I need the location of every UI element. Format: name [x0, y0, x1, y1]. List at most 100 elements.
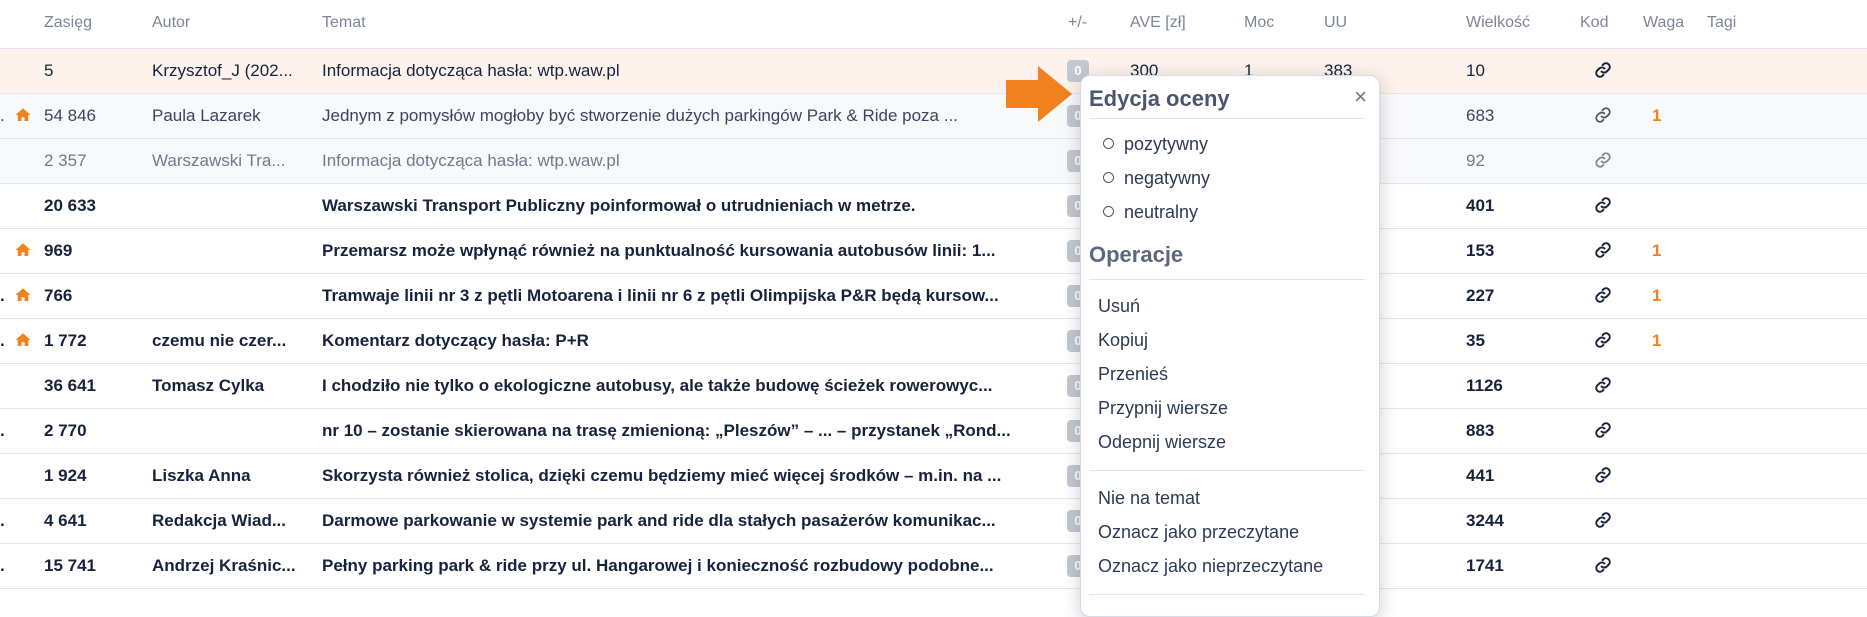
table-row[interactable]: . 2 770 nr 10 – zostanie skierowana na t…: [0, 409, 1867, 454]
row-wielkosc: 683: [1466, 106, 1495, 125]
radio-negatywny[interactable]: negatywny: [1103, 168, 1210, 189]
table-row[interactable]: . 4 641 Redakcja Wiad... Darmowe parkowa…: [0, 499, 1867, 544]
row-wielkosc: 35: [1466, 331, 1485, 350]
radio-label: pozytywny: [1124, 134, 1209, 154]
op-move[interactable]: Przenieś: [1098, 364, 1168, 385]
table-row[interactable]: . 54 846 Paula Lazarek Jednym z pomysłów…: [0, 94, 1867, 139]
row-waga: 1: [1652, 331, 1662, 350]
link-icon[interactable]: [1594, 511, 1614, 534]
operations-title: Operacje: [1089, 242, 1184, 267]
op-unpin-rows[interactable]: Odepnij wiersze: [1098, 432, 1226, 453]
home-icon: [14, 241, 34, 264]
col-plusminus[interactable]: +/-: [1068, 14, 1087, 32]
col-temat[interactable]: Temat: [322, 14, 366, 32]
row-temat[interactable]: Informacja dotycząca hasła: wtp.waw.pl: [322, 151, 1050, 171]
row-zasieg: 1 924: [44, 466, 87, 485]
link-icon[interactable]: [1594, 556, 1614, 579]
row-wielkosc: 883: [1466, 421, 1495, 440]
table-row[interactable]: 20 633 Warszawski Transport Publiczny po…: [0, 184, 1867, 229]
col-uu[interactable]: UU: [1324, 14, 1347, 32]
row-zasieg: 1 772: [44, 331, 87, 350]
row-temat[interactable]: Skorzysta również stolica, dzięki czemu …: [322, 466, 1050, 486]
divider: [1089, 470, 1365, 471]
row-temat[interactable]: nr 10 – zostanie skierowana na trasę zmi…: [322, 421, 1050, 441]
radio-circle-icon: [1103, 171, 1114, 183]
row-autor: Redakcja Wiad...: [152, 511, 287, 530]
row-autor: czemu nie czer...: [152, 331, 287, 350]
table-row[interactable]: 1 924 Liszka Anna Skorzysta również stol…: [0, 454, 1867, 499]
table-row[interactable]: . 766 Tramwaje linii nr 3 z pętli Motoar…: [0, 274, 1867, 319]
row-zasieg: 766: [44, 286, 73, 305]
row-wielkosc: 10: [1466, 61, 1485, 80]
rating-edit-popup: Edycja oceny × pozytywny negatywny neutr…: [1080, 75, 1380, 617]
op-mark-read[interactable]: Oznacz jako przeczytane: [1098, 522, 1299, 543]
row-temat[interactable]: Pełny parking park & ride przy ul. Hanga…: [322, 556, 1050, 576]
row-temat[interactable]: Przemarsz może wpłynąć również na punktu…: [322, 241, 1050, 261]
row-temat[interactable]: Darmowe parkowanie w systemie park and r…: [322, 511, 1050, 531]
row-temat[interactable]: I chodziło nie tylko o ekologiczne autob…: [322, 376, 1050, 396]
row-waga: 1: [1652, 241, 1662, 260]
table-row[interactable]: 2 357 Warszawski Tra... Informacja dotyc…: [0, 139, 1867, 184]
link-icon[interactable]: [1594, 421, 1614, 444]
popup-title: Edycja oceny: [1089, 86, 1230, 111]
table-row[interactable]: 969 Przemarsz może wpłynąć również na pu…: [0, 229, 1867, 274]
row-autor: Andrzej Kraśnic...: [152, 556, 296, 575]
row-wielkosc: 92: [1466, 151, 1485, 170]
link-icon[interactable]: [1594, 241, 1614, 264]
row-waga: 1: [1652, 286, 1662, 305]
row-dot: .: [0, 421, 5, 440]
op-off-topic[interactable]: Nie na temat: [1098, 488, 1200, 509]
col-ave[interactable]: AVE [zł]: [1130, 14, 1186, 32]
row-waga: 1: [1652, 106, 1662, 125]
divider: [1089, 118, 1365, 119]
col-wielkosc[interactable]: Wielkość: [1466, 14, 1530, 32]
row-autor: Krzysztof_J (202...: [152, 61, 293, 80]
link-icon[interactable]: [1594, 286, 1614, 309]
link-icon[interactable]: [1594, 466, 1614, 489]
row-wielkosc: 441: [1466, 466, 1495, 485]
radio-neutralny[interactable]: neutralny: [1103, 202, 1198, 223]
radio-pozytywny[interactable]: pozytywny: [1103, 134, 1208, 155]
link-icon[interactable]: [1594, 196, 1614, 219]
col-zasieg[interactable]: Zasięg: [44, 14, 92, 32]
link-icon[interactable]: [1594, 61, 1614, 84]
link-icon[interactable]: [1594, 151, 1614, 174]
col-autor[interactable]: Autor: [152, 14, 190, 32]
row-zasieg: 2 357: [44, 151, 87, 170]
op-mark-unread[interactable]: Oznacz jako nieprzeczytane: [1098, 556, 1323, 577]
op-delete[interactable]: Usuń: [1098, 296, 1140, 317]
row-temat[interactable]: Komentarz dotyczący hasła: P+R: [322, 331, 1050, 351]
results-table: 5 Krzysztof_J (202... Informacja dotyczą…: [0, 49, 1867, 589]
close-icon[interactable]: ×: [1354, 84, 1367, 110]
row-autor: Liszka Anna: [152, 466, 251, 485]
col-kod[interactable]: Kod: [1580, 14, 1608, 32]
row-zasieg: 4 641: [44, 511, 87, 530]
row-temat[interactable]: Tramwaje linii nr 3 z pętli Motoarena i …: [322, 286, 1050, 306]
arrow-pointer-icon: [1006, 66, 1072, 122]
table-row[interactable]: 5 Krzysztof_J (202... Informacja dotyczą…: [0, 49, 1867, 94]
link-icon[interactable]: [1594, 106, 1614, 129]
row-autor: Tomasz Cylka: [152, 376, 265, 395]
row-wielkosc: 1741: [1466, 556, 1504, 575]
row-temat[interactable]: Informacja dotycząca hasła: wtp.waw.pl: [322, 61, 1050, 81]
table-row[interactable]: . 15 741 Andrzej Kraśnic... Pełny parkin…: [0, 544, 1867, 589]
row-temat[interactable]: Jednym z pomysłów mogłoby być stworzenie…: [322, 106, 1050, 126]
col-moc[interactable]: Moc: [1244, 14, 1274, 32]
op-pin-rows[interactable]: Przypnij wiersze: [1098, 398, 1228, 419]
table-row[interactable]: . 1 772 czemu nie czer... Komentarz doty…: [0, 319, 1867, 364]
link-icon[interactable]: [1594, 331, 1614, 354]
row-autor: Warszawski Tra...: [152, 151, 286, 170]
col-waga[interactable]: Waga: [1643, 14, 1684, 32]
table-header: Zasięg Autor Temat +/- AVE [zł] Moc UU W…: [0, 0, 1867, 49]
op-copy[interactable]: Kopiuj: [1098, 330, 1148, 351]
table-row[interactable]: 36 641 Tomasz Cylka I chodziło nie tylko…: [0, 364, 1867, 409]
row-zasieg: 54 846: [44, 106, 96, 125]
link-icon[interactable]: [1594, 376, 1614, 399]
row-temat[interactable]: Warszawski Transport Publiczny poinformo…: [322, 196, 1050, 216]
col-tagi[interactable]: Tagi: [1707, 14, 1736, 32]
row-wielkosc: 401: [1466, 196, 1495, 215]
home-icon: [14, 286, 34, 309]
row-zasieg: 15 741: [44, 556, 96, 575]
radio-label: neutralny: [1124, 202, 1199, 222]
row-wielkosc: 3244: [1466, 511, 1504, 530]
